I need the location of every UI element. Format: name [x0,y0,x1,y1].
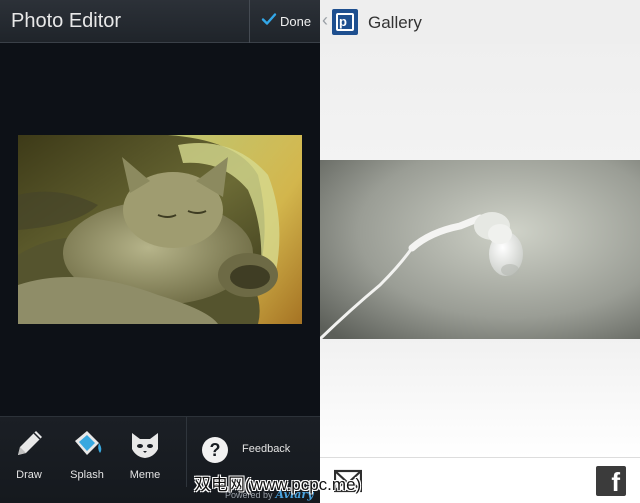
gallery-title: Gallery [368,13,422,32]
done-label: Done [280,14,312,29]
checkmark-icon [261,13,277,25]
gallery-action-bar: ‹ p Gallery [320,0,640,44]
site-watermark: 双电网(www.pcpc.me) [194,475,362,494]
toolbar-divider [186,417,187,487]
cat-photo-image [18,135,302,324]
editor-canvas[interactable] [0,43,320,416]
meme-tool-button[interactable]: Meme [116,417,174,487]
feedback-button[interactable]: ? Feedback [196,435,306,469]
draw-tool-label: Draw [16,469,42,481]
earphone-photo[interactable] [320,160,640,339]
app-logo[interactable]: p [332,9,358,35]
splash-tool-button[interactable]: Splash [58,417,116,487]
done-button[interactable]: Done [250,0,320,43]
cat-photo[interactable] [18,135,302,324]
gallery-background-top [320,44,640,160]
pencil-icon [18,431,42,455]
draw-tool-button[interactable]: Draw [0,417,58,487]
photo-editor-panel: Photo Editor Done Draw Splash Meme ? Fee… [0,0,320,503]
share-bar: f [320,457,640,503]
cat-mask-icon [132,433,158,458]
splash-tool-label: Splash [70,469,104,481]
editor-action-bar: Photo Editor Done [0,0,320,43]
question-icon: ? [202,437,228,463]
editor-title: Photo Editor [11,10,122,32]
app-logo-letter: p [339,14,347,29]
earphone-photo-image [320,160,640,339]
facebook-icon[interactable]: f [596,466,626,497]
gallery-background-bottom [320,339,640,457]
feedback-label: Feedback [242,443,291,455]
paint-bucket-icon [75,431,102,455]
meme-tool-label: Meme [129,469,161,481]
gallery-panel: ‹ p Gallery f [320,0,640,503]
back-chevron-icon[interactable]: ‹ [322,10,328,31]
